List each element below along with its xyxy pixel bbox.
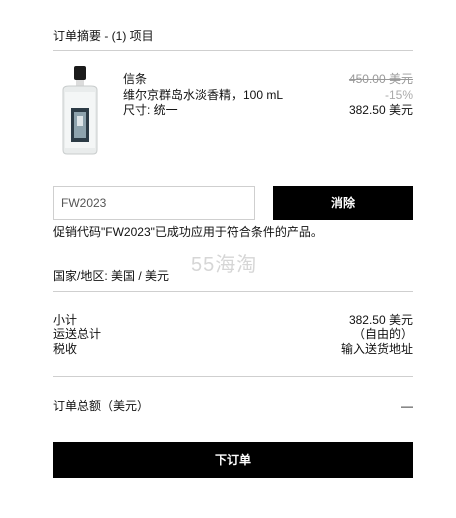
place-order-button[interactable]: 下订单 (53, 442, 413, 478)
remove-promo-button[interactable]: 消除 (273, 186, 413, 220)
promo-code-input[interactable] (53, 186, 255, 220)
divider (53, 376, 413, 377)
product-name[interactable]: 信条 (123, 72, 147, 86)
order-total-value: — (401, 399, 413, 413)
subtotal-label: 小计 (53, 313, 78, 327)
divider (53, 50, 413, 51)
order-total-label: 订单总额（美元） (53, 399, 150, 413)
shipping-label: 运送总计 (53, 327, 102, 341)
divider (53, 291, 413, 292)
product-size: 尺寸: 统一 (123, 103, 178, 117)
final-price: 382.50 美元 (348, 103, 413, 117)
watermark-logo: 55海淘 (191, 254, 258, 276)
shipping-value: （自由的） (352, 327, 413, 341)
product-image[interactable] (55, 64, 105, 156)
product-description: 维尔京群岛水淡香精，100 mL (123, 88, 284, 102)
promo-success-message: 促销代码"FW2023"已成功应用于符合条件的产品。 (53, 225, 323, 239)
tax-value: 输入送货地址 (340, 342, 413, 356)
subtotal-value: 382.50 美元 (348, 313, 413, 327)
order-summary-title: 订单摘要 - (1) 项目 (53, 29, 154, 43)
region-selector[interactable]: 国家/地区: 美国 / 美元 (53, 269, 169, 283)
discount-percent: -15% (384, 88, 413, 102)
original-price: 450.00 美元 (348, 72, 413, 86)
tax-label: 税收 (53, 342, 78, 356)
